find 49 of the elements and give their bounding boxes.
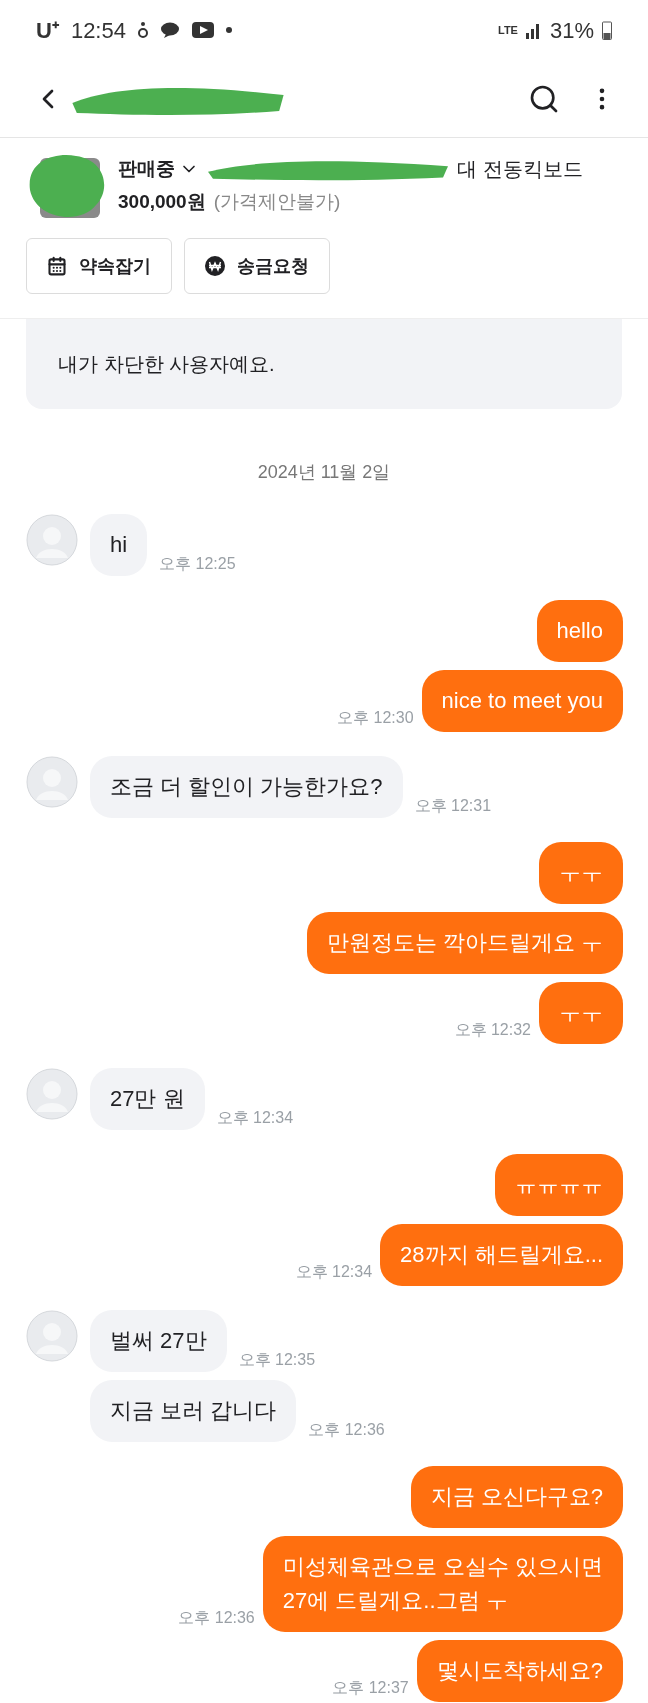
battery-icon [602,20,612,40]
message-time: 오후 12:32 [454,1020,531,1040]
message-bubble: 28까지 해드릴게요... [380,1224,623,1286]
message-bubble: 미성체육관으로 오실수 있으시면 27에 드릴게요..그럼 ㅜ [262,1536,623,1632]
avatar-icon [26,1068,78,1120]
date-separator: 2024년 11월 2일 [256,461,392,484]
chat-icon [159,22,180,38]
message-bubble: 27만 원 [90,1068,205,1130]
avatar-icon [26,514,78,566]
message-time: 오후 12:30 [337,708,414,728]
network-label: LTE [498,24,518,36]
message-time: 오후 12:36 [178,1608,255,1628]
message-bubble: hi [90,514,148,576]
message-time: 오후 12:25 [159,555,236,574]
blocked-notice: 내가 차단한 사용자예요. [26,319,622,409]
message-bubble: 몇시도착하세요? [416,1640,623,1702]
ring-icon [137,21,148,39]
calendar-icon [47,256,67,276]
signal-icon [525,21,542,39]
message-bubble: 지금 보러 갑니다 [90,1380,297,1442]
product-price: 300,000원 [118,190,206,214]
message-time: 오후 12:36 [308,1421,385,1440]
message-time: 오후 12:31 [414,797,492,816]
message-time: 오후 12:35 [238,1351,316,1370]
message-bubble: hello [536,600,623,662]
message-bubble: 조금 더 할인이 가능한가요? [90,756,403,818]
action-button[interactable]: 약속잡기 [26,238,172,294]
message-bubble: ㅜㅜ [539,982,623,1044]
message-time: 오후 12:34 [216,1109,294,1128]
message-bubble: 만원정도는 깍아드릴게요 ㅜ [306,912,623,974]
avatar-icon [26,756,78,808]
dot-icon [225,27,232,33]
clock: 12:54 [70,16,126,45]
sale-status-dropdown[interactable]: 판매중 [118,154,199,184]
message-bubble: ㅠㅠㅠㅠ [495,1154,623,1216]
message-bubble: 지금 오신다구요? [410,1466,623,1528]
video-play-icon [191,22,214,38]
battery-label: 31% [549,16,594,45]
message-bubble: nice to meet you [421,670,623,732]
won-coin-icon [205,256,225,276]
product-title: 대 전동킥보드 [457,157,583,182]
action-button[interactable]: 송금요청 [184,238,330,294]
message-bubble: ㅜㅜ [539,842,623,904]
message-time: 오후 12:37 [332,1678,409,1698]
message-time: 오후 12:34 [295,1262,373,1282]
message-bubble: 벌써 27만 [90,1310,227,1372]
price-note: (가격제안불가) [213,190,341,214]
avatar-icon [26,1310,78,1362]
carrier-label: U⁺ [36,16,59,45]
